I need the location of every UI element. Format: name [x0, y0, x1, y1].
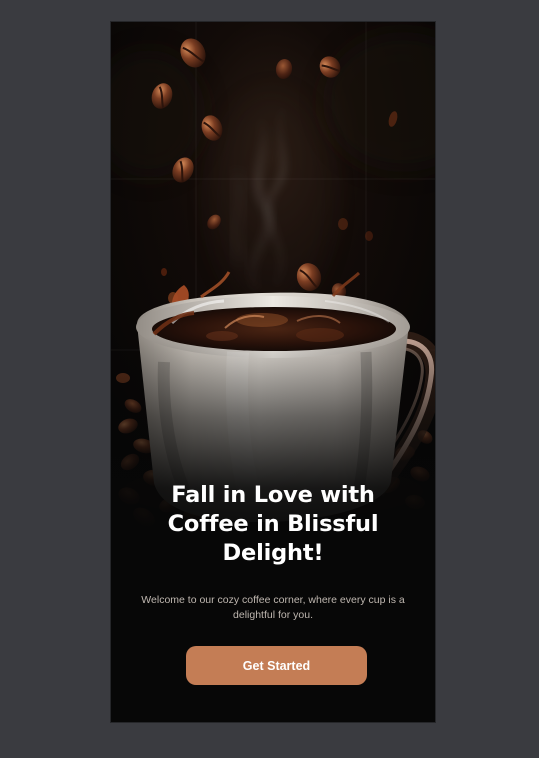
welcome-text: Welcome to our cozy coffee corner, where… [141, 594, 405, 621]
app-screen: Fall in Love with Coffee in Blissful Del… [111, 22, 435, 722]
get-started-button[interactable]: Get Started [186, 646, 367, 685]
page-title: Fall in Love with Coffee in Blissful Del… [167, 482, 379, 566]
hero-image [111, 22, 435, 547]
coffee-photo-svg [111, 22, 435, 547]
